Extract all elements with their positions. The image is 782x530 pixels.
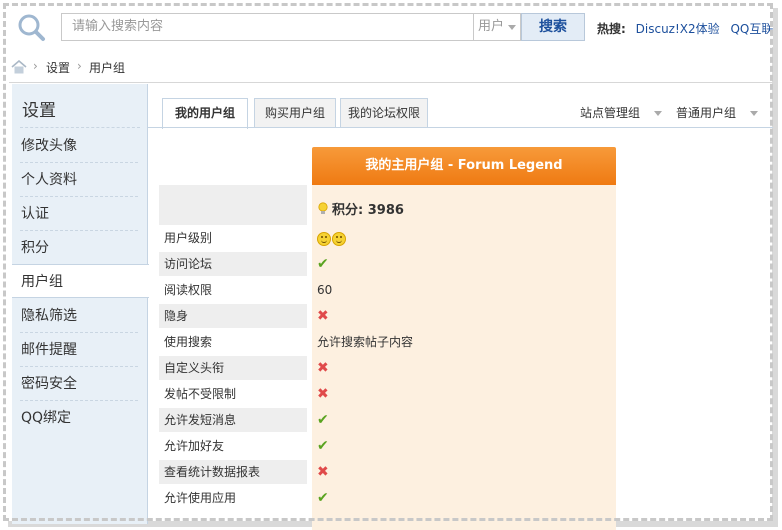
- search-type-label: 用户: [478, 19, 505, 34]
- tab-bar: 我的用户组 购买用户组 我的论坛权限 站点管理组 普通用户组: [148, 84, 773, 129]
- smiley-icon: [332, 231, 346, 246]
- permission-label: 允许使用应用: [164, 491, 237, 505]
- home-icon[interactable]: [11, 59, 27, 77]
- breadcrumb-separator: ›: [33, 59, 38, 73]
- sidebar-item-credits[interactable]: 积分: [12, 231, 148, 265]
- smiley-icon: [317, 231, 331, 246]
- permission-label: 允许发短消息: [159, 408, 307, 432]
- search-input[interactable]: 请输入搜索内容: [61, 13, 473, 41]
- breadcrumb-item-usergroup: 用户组: [89, 61, 126, 75]
- admin-group-select[interactable]: 站点管理组: [580, 104, 663, 121]
- permission-value: 允许搜索帖子内容: [317, 335, 414, 349]
- permission-label: 阅读权限: [164, 283, 213, 297]
- permission-label: 允许加好友: [164, 439, 225, 453]
- permission-label: 访问论坛: [159, 252, 307, 276]
- table-row: 隐身 ✖: [159, 304, 616, 330]
- sidebar: 设置 修改头像 个人资料 认证 积分 用户组 隐私筛选 邮件提醒 密码安全 QQ…: [12, 84, 149, 524]
- permission-value: 60: [317, 283, 333, 297]
- table-row: 自定义头衔 ✖: [159, 356, 616, 382]
- tab-my-usergroup[interactable]: 我的用户组: [162, 98, 248, 129]
- table-row: 查看统计数据报表 ✖: [159, 460, 616, 486]
- cross-icon: ✖: [317, 308, 329, 324]
- search-button[interactable]: 搜索: [521, 13, 585, 41]
- permission-label: 查看统计数据报表: [159, 460, 307, 484]
- permission-label: 隐身: [159, 304, 307, 328]
- table-row: 访问论坛 ✔: [159, 252, 616, 278]
- breadcrumb-item-settings[interactable]: 设置: [46, 59, 70, 76]
- table-row: 允许使用应用 ✔: [159, 486, 616, 512]
- level-icons: [317, 226, 347, 250]
- tab-buy-usergroup[interactable]: 购买用户组: [254, 98, 336, 128]
- sidebar-item-avatar[interactable]: 修改头像: [12, 129, 148, 163]
- permission-label: 使用搜索: [164, 335, 213, 349]
- search-icon: [15, 13, 53, 43]
- chevron-down-icon: [654, 111, 663, 116]
- hot-search-link[interactable]: QQ互联: [730, 22, 773, 36]
- sidebar-item-email[interactable]: 邮件提醒: [12, 333, 148, 367]
- breadcrumb-separator: ›: [77, 59, 82, 73]
- table-row: 允许发短消息 ✔: [159, 408, 616, 434]
- chevron-down-icon: [508, 25, 516, 30]
- normal-group-select[interactable]: 普通用户组: [676, 104, 759, 121]
- check-icon: ✔: [317, 412, 329, 428]
- permission-label: 发帖不受限制: [164, 387, 237, 401]
- sidebar-item-profile[interactable]: 个人资料: [12, 163, 148, 197]
- table-row: 允许加好友 ✔: [159, 434, 616, 460]
- sidebar-item-verify[interactable]: 认证: [12, 197, 148, 231]
- permission-label: 自定义头衔: [159, 356, 307, 380]
- breadcrumb: › 设置 › 用户组: [9, 50, 773, 83]
- tab-forum-permissions[interactable]: 我的论坛权限: [340, 98, 428, 128]
- hot-search-link[interactable]: Discuz!X2体验: [636, 22, 720, 36]
- sidebar-item-privacy[interactable]: 隐私筛选: [12, 299, 148, 333]
- check-icon: ✔: [317, 490, 329, 506]
- check-icon: ✔: [317, 438, 329, 454]
- sidebar-title: 设置: [22, 101, 56, 121]
- top-search-bar: 请输入搜索内容 用户 搜索 热搜: Discuz!X2体验 QQ互联 用户: [9, 9, 773, 47]
- hot-search: 热搜: Discuz!X2体验 QQ互联 用户: [597, 20, 782, 37]
- table-row: 阅读权限 60: [159, 278, 616, 304]
- table-row: 使用搜索 允许搜索帖子内容: [159, 330, 616, 356]
- group-header: 我的主用户组 - Forum Legend: [312, 147, 616, 185]
- chevron-down-icon: [750, 111, 759, 116]
- sidebar-item-password[interactable]: 密码安全: [12, 367, 148, 401]
- cross-icon: ✖: [317, 464, 329, 480]
- label-cell-blank: [159, 185, 307, 225]
- sidebar-item-qq[interactable]: QQ绑定: [12, 401, 148, 435]
- hot-search-label: 热搜:: [597, 22, 626, 36]
- check-icon: ✔: [317, 256, 329, 272]
- sidebar-item-usergroup[interactable]: 用户组: [12, 264, 149, 298]
- cross-icon: ✖: [317, 360, 329, 376]
- cross-icon: ✖: [317, 386, 329, 402]
- credits-value: 积分: 3986: [318, 199, 404, 220]
- table-row: 用户级别: [159, 226, 616, 252]
- table-row: 发帖不受限制 ✖: [159, 382, 616, 408]
- search-type-select[interactable]: 用户: [473, 13, 521, 41]
- lightbulb-icon: [318, 201, 328, 220]
- permission-label: 用户级别: [164, 231, 213, 245]
